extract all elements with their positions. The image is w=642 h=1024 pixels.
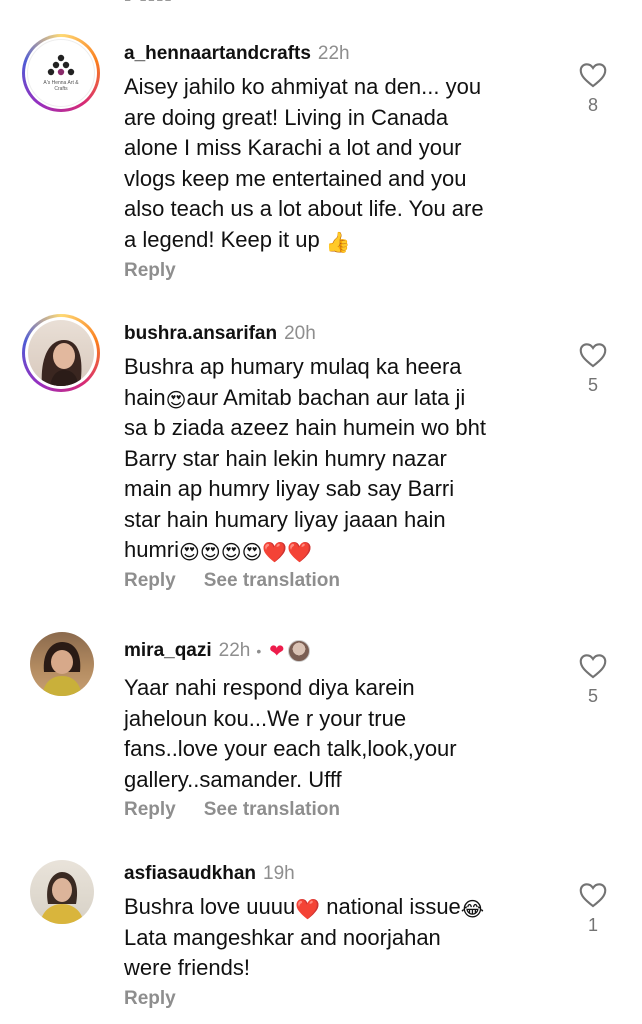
comment-line: star hain humary liyay jaaan hain: [124, 506, 446, 532]
comment-text: Bushra ap humary mulaq ka heera hain😍aur…: [124, 352, 544, 566]
laughing-emoji: 😂: [460, 899, 485, 921]
username[interactable]: asfiasaudkhan: [124, 862, 256, 886]
timestamp: 22h: [218, 640, 251, 661]
comment-line: Bushra ap humary mulaq ka heera: [124, 354, 462, 379]
comment-line-text: a legend! Keep it up: [124, 226, 320, 252]
profile-photo: [40, 872, 84, 924]
comment-line: gallery..samander. Ufff: [124, 766, 342, 792]
username[interactable]: bushra.ansarifan: [124, 322, 277, 346]
comment-line: fans..love your each talk,look,your: [124, 736, 457, 761]
henna-logo-icon: [47, 54, 75, 76]
profile-photo: [42, 642, 82, 696]
comment-line: hain😍aur Amitab bachan aur lata ji: [124, 383, 544, 414]
reply-button[interactable]: Reply: [124, 260, 176, 282]
comment-line: humri😍😍😍😍❤️❤️: [124, 535, 544, 566]
comment-line: alone I miss Karachi a lot and your: [124, 135, 462, 160]
comment-line: jaheloun kou...We r your true: [124, 705, 407, 731]
comment-line-text: hain: [124, 384, 166, 410]
red-heart-emoji: ❤️: [295, 899, 321, 921]
heart-eyes-emoji: 😍: [165, 389, 187, 412]
reply-button[interactable]: Reply: [124, 988, 176, 1010]
avatar: [28, 320, 94, 386]
profile-photo: [41, 340, 82, 386]
thumbs-up-emoji: 👍: [325, 231, 351, 254]
reply-button[interactable]: Reply: [124, 570, 176, 592]
comment-text: Yaar nahi respond diya karein jaheloun k…: [124, 673, 544, 795]
comment-line: are doing great! Living in Canada: [124, 104, 449, 130]
avatar-story-ring[interactable]: A's Henna Art & Crafts: [22, 34, 100, 112]
creator-avatar: [288, 640, 311, 662]
comment-text: Bushra love uuuu❤️ national issue😂 Lata …: [124, 892, 544, 984]
comment-line: also teach us a lot about life. You are: [124, 196, 484, 221]
comment-header: asfiasaudkhan 19h: [124, 862, 295, 886]
see-translation-button[interactable]: See translation: [204, 570, 340, 592]
previous-comment-fragment: - ----: [124, 0, 173, 12]
comment-line: Lata mangeshkar and noorjahan: [124, 924, 441, 950]
comment-line: were friends!: [124, 955, 250, 980]
like-count: 5: [587, 686, 598, 706]
comment-line: Aisey jahilo ko ahmiyat na den... you: [124, 74, 482, 99]
username[interactable]: mira_qazi: [124, 639, 212, 663]
emoji-sequence: 😍😍😍😍❤️❤️: [179, 542, 313, 564]
timestamp: 19h: [263, 863, 295, 884]
avatar[interactable]: [30, 632, 94, 696]
avatar-caption: A's Henna Art & Crafts: [43, 80, 79, 92]
heart-icon[interactable]: [579, 342, 607, 368]
like-count: 5: [587, 375, 598, 395]
comment-line: Yaar nahi respond diya karein: [124, 675, 415, 700]
comment-line-text: humri: [124, 537, 180, 562]
comment-header: a_hennaartandcrafts 22h: [124, 42, 350, 66]
comment-line-text: Bushra love uuuu: [124, 894, 296, 919]
heart-icon[interactable]: [579, 882, 607, 908]
comment-line-text: national issue: [320, 894, 461, 919]
comment-line: sa b ziada azeez hain humein wo bht: [124, 415, 487, 440]
heart-icon[interactable]: [579, 653, 607, 679]
heart-icon[interactable]: [579, 62, 607, 88]
comment-line: a legend! Keep it up 👍: [124, 225, 544, 256]
comment-line-text: aur Amitab bachan aur lata ji: [186, 384, 466, 410]
timestamp: 22h: [317, 43, 350, 64]
avatar-story-ring[interactable]: [22, 314, 100, 392]
avatar[interactable]: [30, 860, 94, 924]
creator-liked-heart-icon: ❤: [269, 641, 285, 661]
separator-dot: •: [256, 643, 262, 659]
like-count: 1: [587, 915, 598, 935]
comment-line: vlogs keep me entertained and you: [124, 165, 467, 191]
avatar: A's Henna Art & Crafts: [27, 39, 95, 107]
reply-button[interactable]: Reply: [124, 799, 176, 821]
timestamp: 20h: [284, 323, 316, 344]
like-count: 8: [587, 95, 598, 115]
comment-line: Bushra love uuuu❤️ national issue😂: [124, 892, 544, 923]
username[interactable]: a_hennaartandcrafts: [124, 42, 311, 66]
comment-header: mira_qazi 22h • ❤: [124, 639, 311, 663]
comment-line: main ap humry liyay sab say Barri: [124, 476, 455, 501]
see-translation-button[interactable]: See translation: [204, 799, 340, 821]
comment-text: Aisey jahilo ko ahmiyat na den... you ar…: [124, 72, 544, 255]
comment-header: bushra.ansarifan 20h: [124, 322, 316, 346]
comment-line: Barry star hain lekin humry nazar: [124, 445, 447, 471]
